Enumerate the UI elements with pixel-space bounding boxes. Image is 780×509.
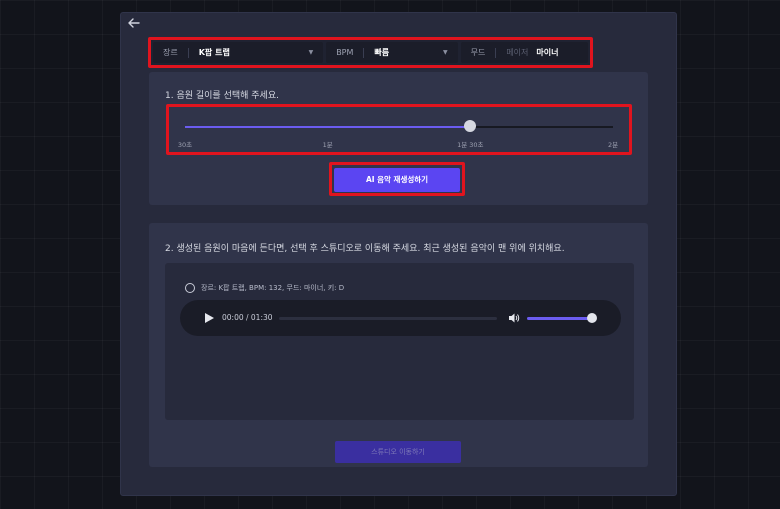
length-slider-fill: [185, 126, 471, 128]
length-card: 1. 음원 길이를 선택해 주세요. 30초 1분 1분 30초 2분 AI 음…: [149, 72, 648, 205]
list-item[interactable]: 장르: K팝 트랩, BPM: 132, 무드: 마이너, 키: D: [185, 283, 344, 293]
volume-slider-track[interactable]: [527, 317, 593, 320]
audio-player: 00:00 / 01:30: [180, 300, 621, 336]
tick-label-2m: 2분: [607, 141, 619, 149]
mood-toggle: 무드 메이저 마이너: [460, 42, 588, 63]
step1-title: 1. 음원 길이를 선택해 주세요.: [165, 91, 279, 101]
bpm-select[interactable]: BPM 빠름 ▼: [326, 42, 458, 63]
play-icon[interactable]: [203, 312, 215, 324]
result-description: 장르: K팝 트랩, BPM: 132, 무드: 마이너, 키: D: [201, 284, 345, 292]
mood-label: 무드: [470, 48, 486, 57]
time-display: 00:00 / 01:30: [222, 313, 273, 322]
caret-down-icon: ▼: [308, 49, 314, 56]
bpm-value: 빠름: [374, 48, 390, 57]
length-slider-track[interactable]: [185, 126, 613, 128]
filter-bar: 장르 K팝 트랩 ▼ BPM 빠름 ▼ 무드 메이저 마이너: [148, 37, 593, 68]
arrow-left-icon: [128, 18, 140, 28]
regenerate-button[interactable]: AI 음악 재생성하기: [334, 167, 460, 192]
volume-slider-thumb[interactable]: [587, 313, 597, 323]
audio-progress-bar[interactable]: [279, 317, 497, 320]
bpm-label: BPM: [336, 48, 354, 57]
tick-label-1m30s: 1분 30초: [457, 141, 484, 149]
genre-value: K팝 트랩: [198, 48, 230, 57]
genre-label: 장르: [163, 48, 178, 57]
result-card: 2. 생성된 음원이 마음에 든다면, 선택 후 스튜디오로 이동해 주세요. …: [149, 223, 648, 467]
mood-option-major[interactable]: 메이저: [506, 47, 528, 58]
divider: [187, 47, 189, 58]
result-list: 장르: K팝 트랩, BPM: 132, 무드: 마이너, 키: D 00:00…: [165, 263, 634, 420]
tick-label-1m: 1분: [322, 141, 333, 149]
genre-select[interactable]: 장르 K팝 트랩 ▼: [153, 42, 324, 63]
result-radio[interactable]: [185, 283, 195, 293]
back-button[interactable]: [127, 16, 143, 32]
mood-option-minor[interactable]: 마이너: [536, 47, 558, 58]
go-to-studio-button[interactable]: 스튜디오 이동하기: [335, 441, 461, 463]
length-slider-thumb[interactable]: [464, 120, 477, 132]
divider: [363, 47, 365, 58]
caret-down-icon: ▼: [442, 49, 448, 56]
regenerate-frame: AI 음악 재생성하기: [329, 162, 465, 196]
tick-label-30s: 30초: [177, 141, 193, 149]
step2-title: 2. 생성된 음원이 마음에 든다면, 선택 후 스튜디오로 이동해 주세요. …: [165, 244, 565, 254]
divider: [495, 47, 497, 58]
main-panel: 장르 K팝 트랩 ▼ BPM 빠름 ▼ 무드 메이저 마이너 1. 음원 길이를…: [120, 12, 677, 496]
volume-icon[interactable]: [508, 312, 520, 324]
length-slider-frame: 30초 1분 1분 30초 2분: [166, 104, 632, 155]
